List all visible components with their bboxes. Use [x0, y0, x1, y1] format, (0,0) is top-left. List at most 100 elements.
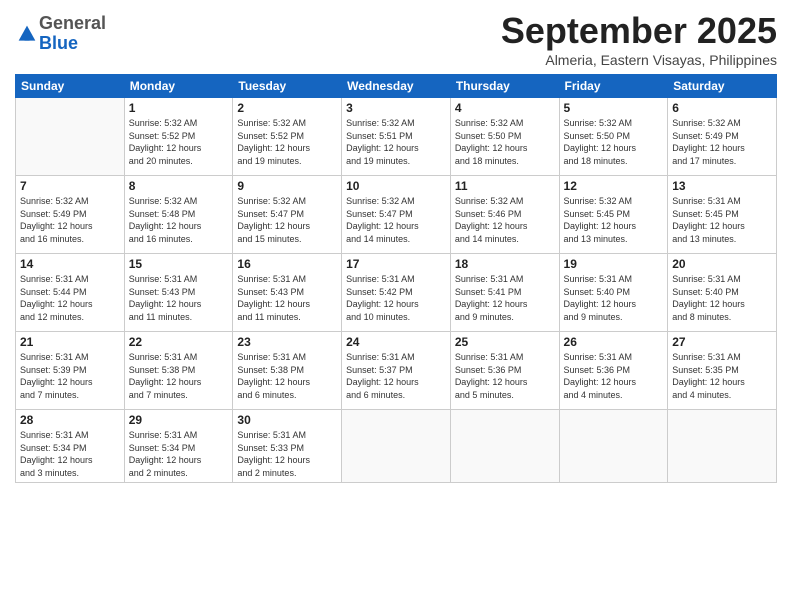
day-number: 23: [237, 335, 337, 349]
calendar-cell: 16 Sunrise: 5:31 AM Sunset: 5:43 PM Dayli…: [233, 254, 342, 332]
calendar-cell: 10 Sunrise: 5:32 AM Sunset: 5:47 PM Dayli…: [342, 176, 451, 254]
day-info: Sunrise: 5:31 AM Sunset: 5:41 PM Dayligh…: [455, 273, 555, 323]
day-number: 21: [20, 335, 120, 349]
calendar-cell: 2 Sunrise: 5:32 AM Sunset: 5:52 PM Daylig…: [233, 98, 342, 176]
calendar-cell: 15 Sunrise: 5:31 AM Sunset: 5:43 PM Dayli…: [124, 254, 233, 332]
location-subtitle: Almeria, Eastern Visayas, Philippines: [501, 52, 777, 68]
day-info: Sunrise: 5:31 AM Sunset: 5:44 PM Dayligh…: [20, 273, 120, 323]
day-info: Sunrise: 5:31 AM Sunset: 5:36 PM Dayligh…: [455, 351, 555, 401]
calendar-cell: [668, 410, 777, 483]
day-number: 5: [564, 101, 664, 115]
calendar-cell: [450, 410, 559, 483]
day-info: Sunrise: 5:31 AM Sunset: 5:42 PM Dayligh…: [346, 273, 446, 323]
calendar-cell: 9Sunrise: 5:32 AM Sunset: 5:47 PM Daylig…: [233, 176, 342, 254]
day-info: Sunrise: 5:32 AM Sunset: 5:49 PM Dayligh…: [20, 195, 120, 245]
day-number: 28: [20, 413, 120, 427]
day-header: Tuesday: [233, 75, 342, 98]
day-number: 17: [346, 257, 446, 271]
day-info: Sunrise: 5:31 AM Sunset: 5:40 PM Dayligh…: [672, 273, 772, 323]
day-number: 24: [346, 335, 446, 349]
day-number: 4: [455, 101, 555, 115]
calendar-cell: 12Sunrise: 5:32 AM Sunset: 5:45 PM Dayli…: [559, 176, 668, 254]
day-number: 3: [346, 101, 446, 115]
calendar-cell: 19 Sunrise: 5:31 AM Sunset: 5:40 PM Dayli…: [559, 254, 668, 332]
calendar-cell: 18 Sunrise: 5:31 AM Sunset: 5:41 PM Dayli…: [450, 254, 559, 332]
calendar-cell: 24 Sunrise: 5:31 AM Sunset: 5:37 PM Dayli…: [342, 332, 451, 410]
calendar-cell: 25 Sunrise: 5:31 AM Sunset: 5:36 PM Dayli…: [450, 332, 559, 410]
day-info: Sunrise: 5:32 AM Sunset: 5:50 PM Dayligh…: [564, 117, 664, 167]
day-info: Sunrise: 5:32 AM Sunset: 5:51 PM Dayligh…: [346, 117, 446, 167]
calendar-cell: 8 Sunrise: 5:32 AM Sunset: 5:48 PM Daylig…: [124, 176, 233, 254]
calendar-cell: 29Sunrise: 5:31 AM Sunset: 5:34 PM Dayli…: [124, 410, 233, 483]
day-header: Thursday: [450, 75, 559, 98]
day-header: Monday: [124, 75, 233, 98]
day-number: 8: [129, 179, 229, 193]
day-number: 18: [455, 257, 555, 271]
day-number: 19: [564, 257, 664, 271]
calendar-cell: 26 Sunrise: 5:31 AM Sunset: 5:36 PM Dayli…: [559, 332, 668, 410]
day-info: Sunrise: 5:31 AM Sunset: 5:43 PM Dayligh…: [129, 273, 229, 323]
day-number: 27: [672, 335, 772, 349]
day-number: 29: [129, 413, 229, 427]
calendar-cell: [559, 410, 668, 483]
calendar-cell: 20 Sunrise: 5:31 AM Sunset: 5:40 PM Dayli…: [668, 254, 777, 332]
day-info: Sunrise: 5:32 AM Sunset: 5:52 PM Dayligh…: [237, 117, 337, 167]
day-info: Sunrise: 5:31 AM Sunset: 5:40 PM Dayligh…: [564, 273, 664, 323]
calendar-cell: 23 Sunrise: 5:31 AM Sunset: 5:38 PM Dayli…: [233, 332, 342, 410]
day-info: Sunrise: 5:31 AM Sunset: 5:45 PM Dayligh…: [672, 195, 772, 245]
calendar-cell: 28 Sunrise: 5:31 AM Sunset: 5:34 PM Dayli…: [16, 410, 125, 483]
day-info: Sunrise: 5:32 AM Sunset: 5:49 PM Dayligh…: [672, 117, 772, 167]
calendar-cell: 4 Sunrise: 5:32 AM Sunset: 5:50 PM Daylig…: [450, 98, 559, 176]
month-title: September 2025: [501, 10, 777, 52]
day-info: Sunrise: 5:32 AM Sunset: 5:48 PM Dayligh…: [129, 195, 229, 245]
day-info: Sunrise: 5:31 AM Sunset: 5:38 PM Dayligh…: [237, 351, 337, 401]
day-number: 1: [129, 101, 229, 115]
day-number: 6: [672, 101, 772, 115]
calendar-cell: 22 Sunrise: 5:31 AM Sunset: 5:38 PM Dayli…: [124, 332, 233, 410]
day-number: 9: [237, 179, 337, 193]
calendar-cell: 6 Sunrise: 5:32 AM Sunset: 5:49 PM Daylig…: [668, 98, 777, 176]
calendar-cell: [342, 410, 451, 483]
day-info: Sunrise: 5:32 AM Sunset: 5:50 PM Dayligh…: [455, 117, 555, 167]
calendar-cell: 7 Sunrise: 5:32 AM Sunset: 5:49 PM Daylig…: [16, 176, 125, 254]
calendar-cell: 11 Sunrise: 5:32 AM Sunset: 5:46 PM Dayli…: [450, 176, 559, 254]
day-info: Sunrise: 5:31 AM Sunset: 5:43 PM Dayligh…: [237, 273, 337, 323]
day-number: 15: [129, 257, 229, 271]
calendar-cell: 14Sunrise: 5:31 AM Sunset: 5:44 PM Dayli…: [16, 254, 125, 332]
day-header: Saturday: [668, 75, 777, 98]
day-number: 16: [237, 257, 337, 271]
day-info: Sunrise: 5:31 AM Sunset: 5:33 PM Dayligh…: [237, 429, 337, 479]
day-number: 10: [346, 179, 446, 193]
calendar-cell: 13 Sunrise: 5:31 AM Sunset: 5:45 PM Dayli…: [668, 176, 777, 254]
day-info: Sunrise: 5:32 AM Sunset: 5:47 PM Dayligh…: [346, 195, 446, 245]
day-number: 13: [672, 179, 772, 193]
day-info: Sunrise: 5:31 AM Sunset: 5:37 PM Dayligh…: [346, 351, 446, 401]
day-number: 20: [672, 257, 772, 271]
day-info: Sunrise: 5:32 AM Sunset: 5:46 PM Dayligh…: [455, 195, 555, 245]
day-info: Sunrise: 5:31 AM Sunset: 5:35 PM Dayligh…: [672, 351, 772, 401]
calendar-cell: 21 Sunrise: 5:31 AM Sunset: 5:39 PM Dayli…: [16, 332, 125, 410]
calendar: SundayMondayTuesdayWednesdayThursdayFrid…: [15, 74, 777, 483]
day-info: Sunrise: 5:31 AM Sunset: 5:34 PM Dayligh…: [20, 429, 120, 479]
calendar-cell: [16, 98, 125, 176]
day-number: 22: [129, 335, 229, 349]
day-header: Friday: [559, 75, 668, 98]
day-info: Sunrise: 5:31 AM Sunset: 5:36 PM Dayligh…: [564, 351, 664, 401]
calendar-cell: 27 Sunrise: 5:31 AM Sunset: 5:35 PM Dayli…: [668, 332, 777, 410]
day-info: Sunrise: 5:31 AM Sunset: 5:38 PM Dayligh…: [129, 351, 229, 401]
calendar-cell: 1Sunrise: 5:32 AM Sunset: 5:52 PM Daylig…: [124, 98, 233, 176]
calendar-cell: 3 Sunrise: 5:32 AM Sunset: 5:51 PM Daylig…: [342, 98, 451, 176]
day-number: 30: [237, 413, 337, 427]
day-number: 26: [564, 335, 664, 349]
day-header: Wednesday: [342, 75, 451, 98]
logo-general: General: [39, 13, 106, 33]
day-header: Sunday: [16, 75, 125, 98]
calendar-cell: 17 Sunrise: 5:31 AM Sunset: 5:42 PM Dayli…: [342, 254, 451, 332]
logo: General Blue: [15, 14, 106, 54]
day-number: 7: [20, 179, 120, 193]
calendar-cell: 5 Sunrise: 5:32 AM Sunset: 5:50 PM Daylig…: [559, 98, 668, 176]
day-number: 2: [237, 101, 337, 115]
day-number: 11: [455, 179, 555, 193]
day-info: Sunrise: 5:31 AM Sunset: 5:39 PM Dayligh…: [20, 351, 120, 401]
day-number: 25: [455, 335, 555, 349]
